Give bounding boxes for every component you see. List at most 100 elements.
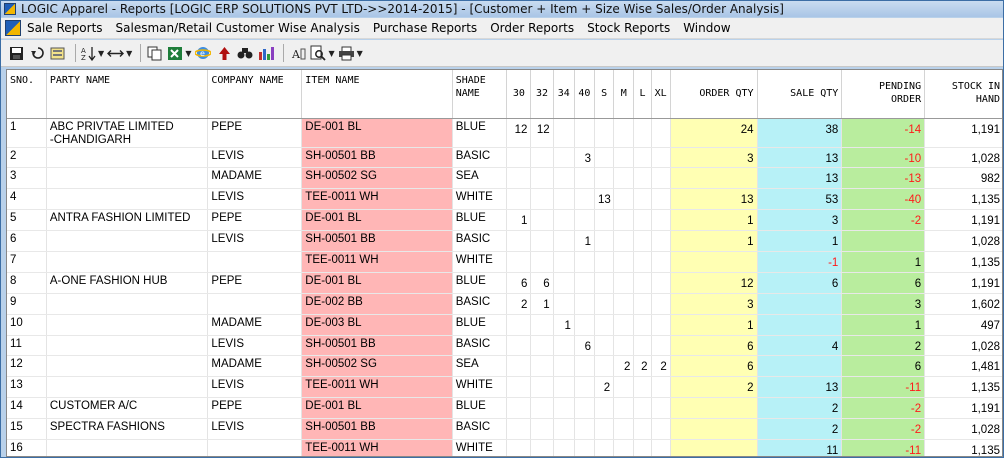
cell-party[interactable] bbox=[46, 188, 209, 211]
cell-size-40[interactable] bbox=[574, 209, 596, 232]
cell-party[interactable] bbox=[46, 147, 209, 169]
cell-size-40[interactable] bbox=[574, 167, 596, 190]
cell-party[interactable]: ANTRA FASHION LIMITED bbox=[46, 209, 209, 232]
cell-size-32[interactable] bbox=[530, 418, 554, 440]
cell-size-s[interactable] bbox=[594, 314, 615, 336]
cell-size-m[interactable] bbox=[613, 439, 635, 456]
table-row[interactable]: 13 LEVIS TEE-0011 WH WHITE 2 2 13 -11 1,135 bbox=[7, 376, 1002, 399]
cell-shade[interactable]: SEA bbox=[452, 167, 508, 190]
cell-shade[interactable]: BASIC bbox=[452, 293, 508, 315]
cell-item[interactable]: SH-00501 BB bbox=[301, 335, 453, 357]
col-header-company[interactable]: COMPANY NAME bbox=[207, 70, 303, 119]
cell-size-34[interactable] bbox=[553, 335, 575, 357]
cell-sale-qty[interactable]: 38 bbox=[757, 118, 843, 148]
cell-size-s[interactable] bbox=[594, 209, 615, 232]
cell-stock-in-hand[interactable]: 1,028 bbox=[924, 335, 1002, 357]
cell-party[interactable] bbox=[46, 293, 209, 315]
cell-size-40[interactable] bbox=[574, 118, 596, 148]
cell-shade[interactable]: WHITE bbox=[452, 251, 508, 273]
cell-sno[interactable]: 3 bbox=[7, 167, 47, 190]
cell-size-30[interactable] bbox=[506, 439, 532, 456]
col-header-size-s[interactable]: S bbox=[594, 70, 615, 119]
cell-size-40[interactable] bbox=[574, 272, 596, 294]
cell-stock-in-hand[interactable]: 1,481 bbox=[924, 355, 1002, 378]
cell-company[interactable]: LEVIS bbox=[207, 147, 303, 169]
cell-pending-order[interactable]: -10 bbox=[841, 147, 926, 169]
cell-pending-order[interactable]: 6 bbox=[841, 355, 926, 378]
menu-logo-icon[interactable] bbox=[5, 20, 21, 36]
cell-size-32[interactable] bbox=[530, 251, 554, 273]
cell-size-30[interactable] bbox=[506, 167, 532, 190]
cell-size-m[interactable] bbox=[613, 293, 635, 315]
cell-shade[interactable]: WHITE bbox=[452, 439, 508, 456]
cell-size-s[interactable] bbox=[594, 335, 615, 357]
col-header-order-qty[interactable]: ORDER QTY bbox=[670, 70, 758, 119]
cell-size-xl[interactable]: 2 bbox=[651, 355, 671, 378]
cell-sale-qty[interactable]: 1 bbox=[757, 230, 843, 252]
cell-size-s[interactable] bbox=[594, 355, 615, 378]
find-icon[interactable] bbox=[236, 43, 254, 63]
cell-size-xl[interactable] bbox=[651, 230, 671, 252]
cell-stock-in-hand[interactable]: 1,028 bbox=[924, 230, 1002, 252]
cell-pending-order[interactable]: 3 bbox=[841, 293, 926, 315]
cell-size-40[interactable]: 6 bbox=[574, 335, 596, 357]
table-row[interactable]: 1 ABC PRIVTAE LIMITED -CHANDIGARH PEPE DE-00… bbox=[7, 118, 1002, 148]
table-row[interactable]: 4 LEVIS TEE-0011 WH WHITE 13 13 53 -40 1,135 bbox=[7, 188, 1002, 211]
cell-size-40[interactable]: 1 bbox=[574, 230, 596, 252]
cell-size-30[interactable] bbox=[506, 376, 532, 399]
cell-item[interactable]: TEE-0011 WH bbox=[301, 188, 453, 211]
cell-size-40[interactable] bbox=[574, 251, 596, 273]
cell-item[interactable]: TEE-0011 WH bbox=[301, 376, 453, 399]
cell-sno[interactable]: 12 bbox=[7, 355, 47, 378]
cell-size-m[interactable] bbox=[613, 272, 635, 294]
cell-sale-qty[interactable]: 13 bbox=[757, 167, 843, 190]
cell-pending-order[interactable]: -11 bbox=[841, 376, 926, 399]
cell-size-m[interactable] bbox=[613, 314, 635, 336]
save-icon[interactable] bbox=[7, 43, 25, 63]
cell-size-30[interactable] bbox=[506, 314, 532, 336]
cell-stock-in-hand[interactable]: 1,191 bbox=[924, 397, 1002, 420]
menu-sale-reports[interactable]: Sale Reports bbox=[27, 21, 103, 35]
cell-party[interactable] bbox=[46, 314, 209, 336]
col-header-size-34[interactable]: 34 bbox=[553, 70, 575, 119]
cell-pending-order[interactable]: 1 bbox=[841, 314, 926, 336]
cell-size-l[interactable] bbox=[633, 188, 652, 211]
cell-sno[interactable]: 6 bbox=[7, 230, 47, 252]
cell-size-34[interactable] bbox=[553, 272, 575, 294]
col-header-party[interactable]: PARTY NAME bbox=[46, 70, 209, 119]
cell-item[interactable]: TEE-0011 WH bbox=[301, 251, 453, 273]
cell-size-30[interactable]: 1 bbox=[506, 209, 532, 232]
cell-size-30[interactable]: 2 bbox=[506, 293, 532, 315]
cell-sno[interactable]: 16 bbox=[7, 439, 47, 456]
cell-size-m[interactable] bbox=[613, 167, 635, 190]
cell-size-s[interactable] bbox=[594, 147, 615, 169]
cell-size-32[interactable]: 1 bbox=[530, 293, 554, 315]
table-row[interactable]: 7 TEE-0011 WH WHITE -1 1 1,135 bbox=[7, 251, 1002, 273]
font-icon[interactable]: A bbox=[289, 43, 307, 63]
cell-stock-in-hand[interactable]: 1,135 bbox=[924, 188, 1002, 211]
table-row[interactable]: 6 LEVIS SH-00501 BB BASIC 1 1 1 1,028 bbox=[7, 230, 1002, 252]
cell-size-xl[interactable] bbox=[651, 118, 671, 148]
cell-party[interactable] bbox=[46, 230, 209, 252]
cell-pending-order[interactable]: 2 bbox=[841, 335, 926, 357]
column-width-icon[interactable]: ▼ bbox=[107, 43, 132, 63]
cell-size-m[interactable] bbox=[613, 376, 635, 399]
cell-stock-in-hand[interactable]: 1,602 bbox=[924, 293, 1002, 315]
cell-size-32[interactable] bbox=[530, 314, 554, 336]
table-row[interactable]: 11 LEVIS SH-00501 BB BASIC 6 6 4 2 1,028 bbox=[7, 335, 1002, 357]
cell-item[interactable]: DE-001 BL bbox=[301, 272, 453, 294]
cell-shade[interactable]: BASIC bbox=[452, 230, 508, 252]
cell-order-qty[interactable]: 24 bbox=[670, 118, 758, 148]
col-header-sno[interactable]: SNO. bbox=[7, 70, 47, 119]
cell-size-40[interactable]: 3 bbox=[574, 147, 596, 169]
cell-sno[interactable]: 4 bbox=[7, 188, 47, 211]
cell-sno[interactable]: 9 bbox=[7, 293, 47, 315]
col-header-pending-order[interactable]: PENDING ORDER bbox=[841, 70, 926, 119]
cell-item[interactable]: SH-00501 BB bbox=[301, 147, 453, 169]
menu-salesman-analysis[interactable]: Salesman/Retail Customer Wise Analysis bbox=[116, 21, 360, 35]
cell-company[interactable]: LEVIS bbox=[207, 230, 303, 252]
col-header-size-m[interactable]: M bbox=[613, 70, 635, 119]
cell-size-34[interactable] bbox=[553, 251, 575, 273]
table-row[interactable]: 15 SPECTRA FASHIONS LEVIS SH-00501 BB BASIC 2… bbox=[7, 418, 1002, 440]
cell-party[interactable]: ABC PRIVTAE LIMITED -CHANDIGARH bbox=[46, 118, 209, 148]
